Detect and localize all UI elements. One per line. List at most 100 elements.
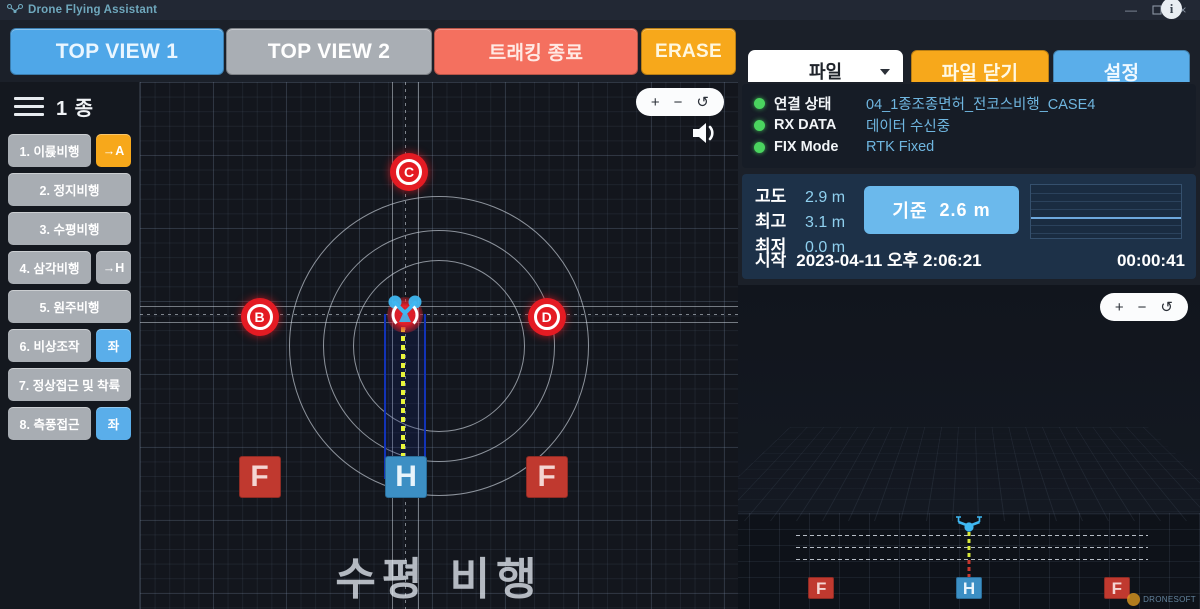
radar-zoom-controls[interactable]: + − ↺: [635, 88, 724, 116]
sidebar-header: 1 종: [0, 82, 139, 130]
sidebar-item-1[interactable]: 1. 이륝비행 →A: [8, 134, 131, 167]
sidebar-item-tag[interactable]: 좌: [96, 329, 131, 362]
class-label: 1 종: [56, 97, 95, 120]
sidebar-item-5[interactable]: 5. 원주비행: [8, 290, 131, 323]
radar-marker-label: B: [246, 303, 273, 330]
file-select-value: 파일: [808, 62, 843, 82]
tracking-stop-button[interactable]: 트래킹 종료: [434, 28, 638, 75]
perspective-zoom-out-icon[interactable]: −: [1138, 300, 1147, 315]
radar-axis-horizontal-center: [140, 314, 738, 315]
reference-label: 기준: [892, 201, 928, 221]
status-value: 04_1종조종면허_전코스비행_CASE4: [866, 96, 1096, 113]
altitude-graph-line: [1031, 216, 1181, 219]
radar-watermark: 수평 비행: [335, 554, 543, 605]
speaker-on-icon[interactable]: [690, 119, 720, 152]
radar-marker-label: D: [533, 303, 560, 330]
radar-zoom-reset-icon[interactable]: ↺: [696, 95, 709, 110]
watermark-logo-icon: [1127, 593, 1141, 606]
hamburger-icon[interactable]: [14, 96, 44, 116]
sidebar-item-8[interactable]: 8. 측풍접근 좌: [8, 407, 131, 440]
start-value: 2023-04-11 오후 2:06:21: [796, 251, 982, 270]
elapsed-time: 00:00:41: [1116, 251, 1185, 270]
sidebar-item-4[interactable]: 4. 삼각비행 →H: [8, 251, 131, 284]
window-controls: — ×: [1118, 0, 1196, 20]
telemetry-panel: 고도 2.9 m 최고 3.1 m 최저 0.0 m 기준 2.6 m 시작 2…: [742, 174, 1196, 279]
sidebar-item-label: 5. 원주비행: [8, 290, 131, 323]
sidebar-item-3[interactable]: 3. 수평비행: [8, 212, 131, 245]
status-row: RX DATA 데이터 수신중: [754, 114, 1196, 136]
sidebar: 1 종 1. 이륝비행 →A 2. 정지비행 3. 수평비행 4. 삼각비행 →H 5. 원…: [0, 82, 140, 609]
max-altitude-row: 최고 3.1 m: [755, 207, 845, 232]
radar-pad-f-0: F: [238, 456, 281, 499]
right-column: 연결 상태 04_1종조종면허_전코스비행_CASE4 RX DATA 데이터 수신중…: [738, 82, 1200, 609]
minimize-button[interactable]: —: [1118, 0, 1144, 20]
altitude-row: 고도 2.9 m: [755, 182, 845, 207]
toolbar: TOP VIEW 1 TOP VIEW 2 트래킹 종료 ERASE 파일 파일…: [0, 20, 1200, 92]
radar-marker-d: D: [527, 297, 566, 336]
tab-top-view-1[interactable]: TOP VIEW 1: [10, 28, 224, 75]
perspective-view[interactable]: F H F + − ↺ DRONESOFT: [738, 285, 1200, 609]
radar-view[interactable]: C B D F H F 수평 비행 + − ↺: [140, 82, 738, 609]
status-label: FIX Mode: [774, 139, 839, 155]
sidebar-item-tag[interactable]: 좌: [96, 407, 131, 440]
radar-ring-inner: [353, 259, 525, 432]
status-value: 데이터 수신중: [866, 118, 951, 135]
altitude-label: 고도: [755, 187, 787, 206]
perspective-pad-f-2: F: [1103, 577, 1130, 599]
sidebar-item-label: 7. 정상접근 및 착륙: [8, 368, 131, 401]
altitude-value: 2.9 m: [805, 189, 846, 206]
connection-status-panel: 연결 상태 04_1종조종면허_전코스비행_CASE4 RX DATA 데이터 수신중…: [742, 84, 1196, 168]
status-label: RX DATA: [774, 117, 837, 133]
app-watermark: DRONESOFT: [1127, 593, 1196, 606]
sidebar-item-7[interactable]: 7. 정상접근 및 착륙: [8, 368, 131, 401]
perspective-zoom-controls[interactable]: + − ↺: [1099, 293, 1188, 321]
radar-zoom-in-icon[interactable]: +: [651, 95, 660, 110]
radar-marker-c: C: [390, 152, 429, 191]
flight-trail: [401, 318, 405, 476]
drone-marker-icon: [382, 291, 428, 337]
radar-zoom-out-icon[interactable]: −: [674, 95, 683, 110]
sidebar-item-label: 1. 이륝비행: [8, 134, 91, 167]
watermark-text: DRONESOFT: [1143, 595, 1196, 604]
radar-marker-b: B: [240, 297, 279, 336]
sidebar-item-label: 2. 정지비행: [8, 173, 131, 206]
sidebar-item-2[interactable]: 2. 정지비행: [8, 173, 131, 206]
sidebar-item-tag[interactable]: →A: [96, 134, 131, 167]
perspective-pad-h-1: H: [956, 577, 982, 599]
status-indicator-icon: [754, 97, 765, 109]
status-indicator-icon: [754, 119, 765, 131]
window-title: Drone Flying Assistant: [28, 4, 158, 16]
start-label: 시작: [755, 251, 787, 270]
status-value: RTK Fixed: [866, 139, 935, 155]
start-time-row: 시작 2023-04-11 오후 2:06:21 00:00:41: [755, 246, 1185, 271]
sidebar-item-tag[interactable]: →H: [96, 251, 131, 284]
sidebar-item-label: 8. 측풍접근: [8, 407, 91, 440]
perspective-pad-f-0: F: [808, 577, 835, 599]
drone-side-icon: [951, 513, 987, 540]
erase-button[interactable]: ERASE: [641, 28, 736, 75]
radar-pad-h-1: H: [385, 456, 428, 499]
status-row: FIX Mode RTK Fixed: [754, 136, 1196, 158]
status-label: 연결 상태: [774, 96, 832, 113]
perspective-zoom-in-icon[interactable]: +: [1115, 300, 1124, 315]
status-indicator-icon: [754, 141, 765, 153]
reference-altitude-badge: 기준 2.6 m: [864, 186, 1019, 234]
chevron-down-icon: [880, 69, 890, 75]
altitude-graph: [1030, 184, 1182, 239]
flight-corridor: [384, 314, 426, 479]
sidebar-item-label: 3. 수평비행: [8, 212, 131, 245]
radar-marker-label: C: [396, 158, 423, 185]
lane-line-near: [796, 559, 1148, 560]
drone-icon: [7, 4, 23, 16]
reference-value: 2.6 m: [939, 199, 991, 220]
title-bar: Drone Flying Assistant — × i: [0, 0, 1200, 20]
perspective-zoom-reset-icon[interactable]: ↺: [1160, 300, 1173, 315]
max-value: 3.1 m: [805, 214, 846, 231]
max-label: 최고: [755, 212, 787, 231]
status-row: 연결 상태 04_1종조종면허_전코스비행_CASE4: [754, 92, 1196, 114]
radar-axis-horizontal-bottom: [140, 322, 738, 323]
sidebar-item-6[interactable]: 6. 비상조작 좌: [8, 329, 131, 362]
lane-line-mid: [796, 547, 1148, 548]
tab-top-view-2[interactable]: TOP VIEW 2: [226, 28, 432, 75]
sidebar-item-list: 1. 이륝비행 →A 2. 정지비행 3. 수평비행 4. 삼각비행 →H 5. 원주비행 6…: [0, 130, 139, 440]
